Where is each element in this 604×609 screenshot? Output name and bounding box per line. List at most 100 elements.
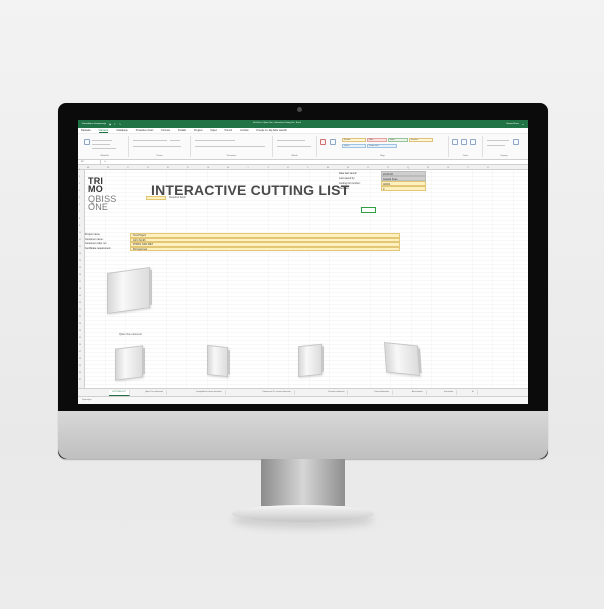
menu-help[interactable]: Pomoč (225, 129, 232, 132)
row-3[interactable]: 3 (79, 184, 80, 185)
row-20[interactable]: 20 (79, 303, 81, 304)
style-check-cell[interactable]: Preveri celico (367, 144, 397, 148)
column-l[interactable]: L (307, 167, 308, 169)
undo-icon[interactable]: ↶ (114, 123, 116, 126)
column-i[interactable]: I (248, 167, 249, 169)
row-9[interactable]: 9 (79, 226, 80, 227)
tab-accessories[interactable]: Accessories (409, 390, 427, 395)
tab-longitudinal-corner-elements[interactable]: Longitudinal corner elements (193, 390, 226, 395)
style-normal[interactable]: Navadno (342, 138, 366, 142)
row-15[interactable]: 15 (79, 268, 81, 269)
menu-review[interactable]: Pregled (194, 129, 202, 132)
row-5[interactable]: 5 (79, 198, 80, 199)
insert-cells-icon[interactable] (452, 139, 458, 145)
row-26[interactable]: 26 (79, 345, 81, 346)
row-29[interactable]: 29 (79, 366, 81, 367)
row-1[interactable]: 1 (79, 170, 80, 171)
row-23[interactable]: 23 (79, 324, 81, 325)
row-14[interactable]: 14 (79, 261, 81, 262)
row-21[interactable]: 21 (79, 310, 81, 311)
font-family-select[interactable] (133, 140, 167, 142)
row-17[interactable]: 17 (79, 282, 81, 283)
row-6[interactable]: 6 (79, 205, 80, 206)
delete-cells-icon[interactable] (461, 139, 467, 145)
column-e[interactable]: E (167, 167, 168, 169)
selected-cell[interactable] (361, 207, 376, 213)
row-27[interactable]: 27 (79, 352, 81, 353)
row-25[interactable]: 25 (79, 338, 81, 339)
autosum-command[interactable] (487, 140, 509, 142)
menu-formulas[interactable]: Formule (161, 129, 170, 132)
number-format-buttons[interactable] (277, 146, 311, 148)
fill-command[interactable] (487, 145, 505, 147)
column-j[interactable]: J (268, 167, 269, 169)
column-q[interactable]: Q (407, 167, 409, 169)
cut-command[interactable] (92, 140, 112, 142)
revision-value[interactable]: 0 (381, 186, 426, 191)
column-b[interactable]: B (107, 167, 108, 169)
row-30[interactable]: 30 (79, 373, 81, 374)
tell-me-search[interactable]: Povejte mi, kaj želite narediti (256, 129, 286, 132)
column-f[interactable]: F (187, 167, 188, 169)
row-7[interactable]: 7 (79, 212, 80, 213)
menu-insert[interactable]: Vstavljanje (116, 129, 128, 132)
spreadsheet-grid[interactable]: TRI MO QBISS ONE INTERACTIVE CUTTING LIS… (85, 170, 528, 388)
row-10[interactable]: 10 (79, 233, 81, 234)
column-k[interactable]: K (287, 167, 288, 169)
menu-page-layout[interactable]: Postavitev strani (136, 129, 154, 132)
window-control-icon[interactable]: ▭ (522, 123, 524, 126)
row-22[interactable]: 22 (79, 317, 81, 318)
column-m[interactable]: M (327, 167, 329, 169)
row-28[interactable]: 28 (79, 359, 81, 360)
column-n[interactable]: N (347, 167, 348, 169)
tab-instruction[interactable]: Instruction (441, 390, 458, 395)
column-p[interactable]: P (387, 167, 388, 169)
paste-icon[interactable] (84, 139, 90, 145)
menu-view[interactable]: Ogled (210, 129, 216, 132)
column-c[interactable]: C (127, 167, 128, 169)
redo-icon[interactable]: ↷ (119, 123, 121, 126)
find-select-icon[interactable] (513, 139, 519, 145)
certificate-requirement-value[interactable]: FM approval (130, 246, 400, 251)
row-11[interactable]: 11 (79, 240, 81, 241)
function-icon[interactable]: fx (101, 161, 109, 163)
font-size-select[interactable] (170, 140, 180, 142)
tab-qbiss-one-elements[interactable]: Qbiss One elements (142, 390, 168, 395)
merge-center-button[interactable] (195, 146, 265, 148)
formula-input[interactable] (109, 160, 528, 164)
row-16[interactable]: 16 (79, 275, 81, 276)
style-good[interactable]: Dobro (388, 138, 408, 142)
column-a[interactable]: A (87, 167, 88, 169)
tab-transverse-l-corner-elements[interactable]: Transverse & L-corner elements (259, 390, 295, 395)
conditional-formatting-icon[interactable] (320, 139, 326, 145)
column-s[interactable]: S (447, 167, 448, 169)
row-24[interactable]: 24 (79, 331, 81, 332)
format-as-table-icon[interactable] (330, 139, 336, 145)
font-format-buttons[interactable] (133, 146, 181, 148)
row-12[interactable]: 12 (79, 247, 81, 248)
number-format-select[interactable] (277, 140, 305, 142)
column-t[interactable]: T (467, 167, 468, 169)
row-4[interactable]: 4 (79, 191, 80, 192)
row-31[interactable]: 31 (79, 380, 81, 381)
style-calculation[interactable]: Izračun (342, 144, 366, 148)
column-d[interactable]: D (147, 167, 148, 169)
style-neutral[interactable]: Nevtralno (409, 138, 433, 142)
row-13[interactable]: 13 (79, 254, 81, 255)
menu-data[interactable]: Podatki (178, 129, 186, 132)
format-painter-command[interactable] (92, 148, 116, 150)
menu-home[interactable]: Osnovno (98, 129, 109, 133)
column-o[interactable]: O (367, 167, 369, 169)
menu-acrobat[interactable]: Acrobat (240, 129, 248, 132)
format-cells-icon[interactable] (470, 139, 476, 145)
add-sheet-icon[interactable]: ⊕ (469, 390, 478, 395)
row-19[interactable]: 19 (79, 296, 81, 297)
style-bad[interactable]: Slabo (367, 138, 387, 142)
column-h[interactable]: H (227, 167, 228, 169)
tab-u-corner-elements[interactable]: U-corner elements (325, 390, 349, 395)
column-r[interactable]: R (427, 167, 428, 169)
menu-file[interactable]: Datoteka (81, 129, 91, 132)
copy-command[interactable] (92, 144, 110, 146)
name-box[interactable]: N7 (81, 160, 101, 164)
row-8[interactable]: 8 (79, 219, 80, 220)
